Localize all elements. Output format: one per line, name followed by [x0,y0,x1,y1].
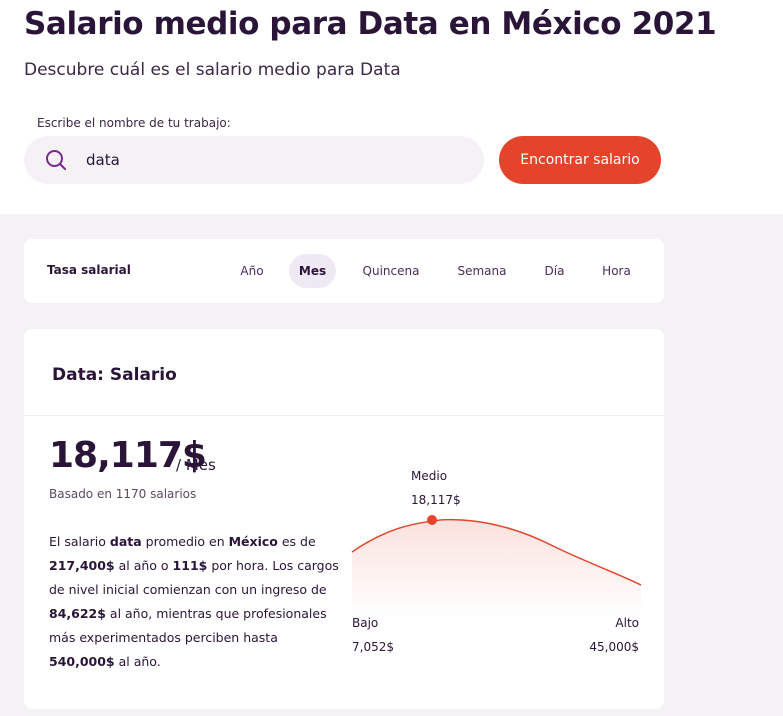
tab-week[interactable]: Semana [450,254,514,288]
salary-rate-title: Tasa salarial [47,263,131,277]
distribution-area [352,519,641,617]
find-salary-button[interactable]: Encontrar salario [499,136,661,184]
median-value: 18,117$ [411,493,461,507]
high-label: Alto [615,616,639,630]
salary-description: El salario data promedio en México es de… [49,534,339,669]
page-subtitle: Descubre cuál es el salario medio para D… [24,60,401,80]
salary-card-heading: Data: Salario [52,365,177,385]
median-label: Medio [411,469,448,483]
tab-year[interactable]: Año [232,254,272,288]
tab-fortnight[interactable]: Quincena [356,254,426,288]
card-divider [24,415,664,416]
page-title: Salario medio para Data en México 2021 [24,6,717,42]
search-box[interactable] [24,136,484,184]
high-value: 45,000$ [589,640,639,654]
search-icon [46,150,66,170]
tab-month[interactable]: Mes [289,254,336,288]
hero-section: Salario medio para Data en México 2021 D… [0,0,783,214]
tab-hour[interactable]: Hora [594,254,639,288]
low-value: 7,052$ [352,640,394,654]
salary-sample-size: Basado en 1170 salarios [49,487,197,501]
salary-card: Data: Salario 18,117$ / Mes Basado en 11… [24,329,664,709]
salary-unit: / Mes [176,456,216,474]
distribution-svg [351,515,641,617]
search-input[interactable] [86,136,466,184]
tab-day[interactable]: Día [537,254,572,288]
median-marker [427,515,437,525]
search-label: Escribe el nombre de tu trabajo: [37,116,231,130]
salary-rate-bar: Tasa salarial Año Mes Quincena Semana Dí… [24,239,664,303]
salary-distribution-chart: Medio 18,117$ Bajo 7,052$ Alto 45,000$ [351,467,641,707]
low-label: Bajo [352,616,379,630]
